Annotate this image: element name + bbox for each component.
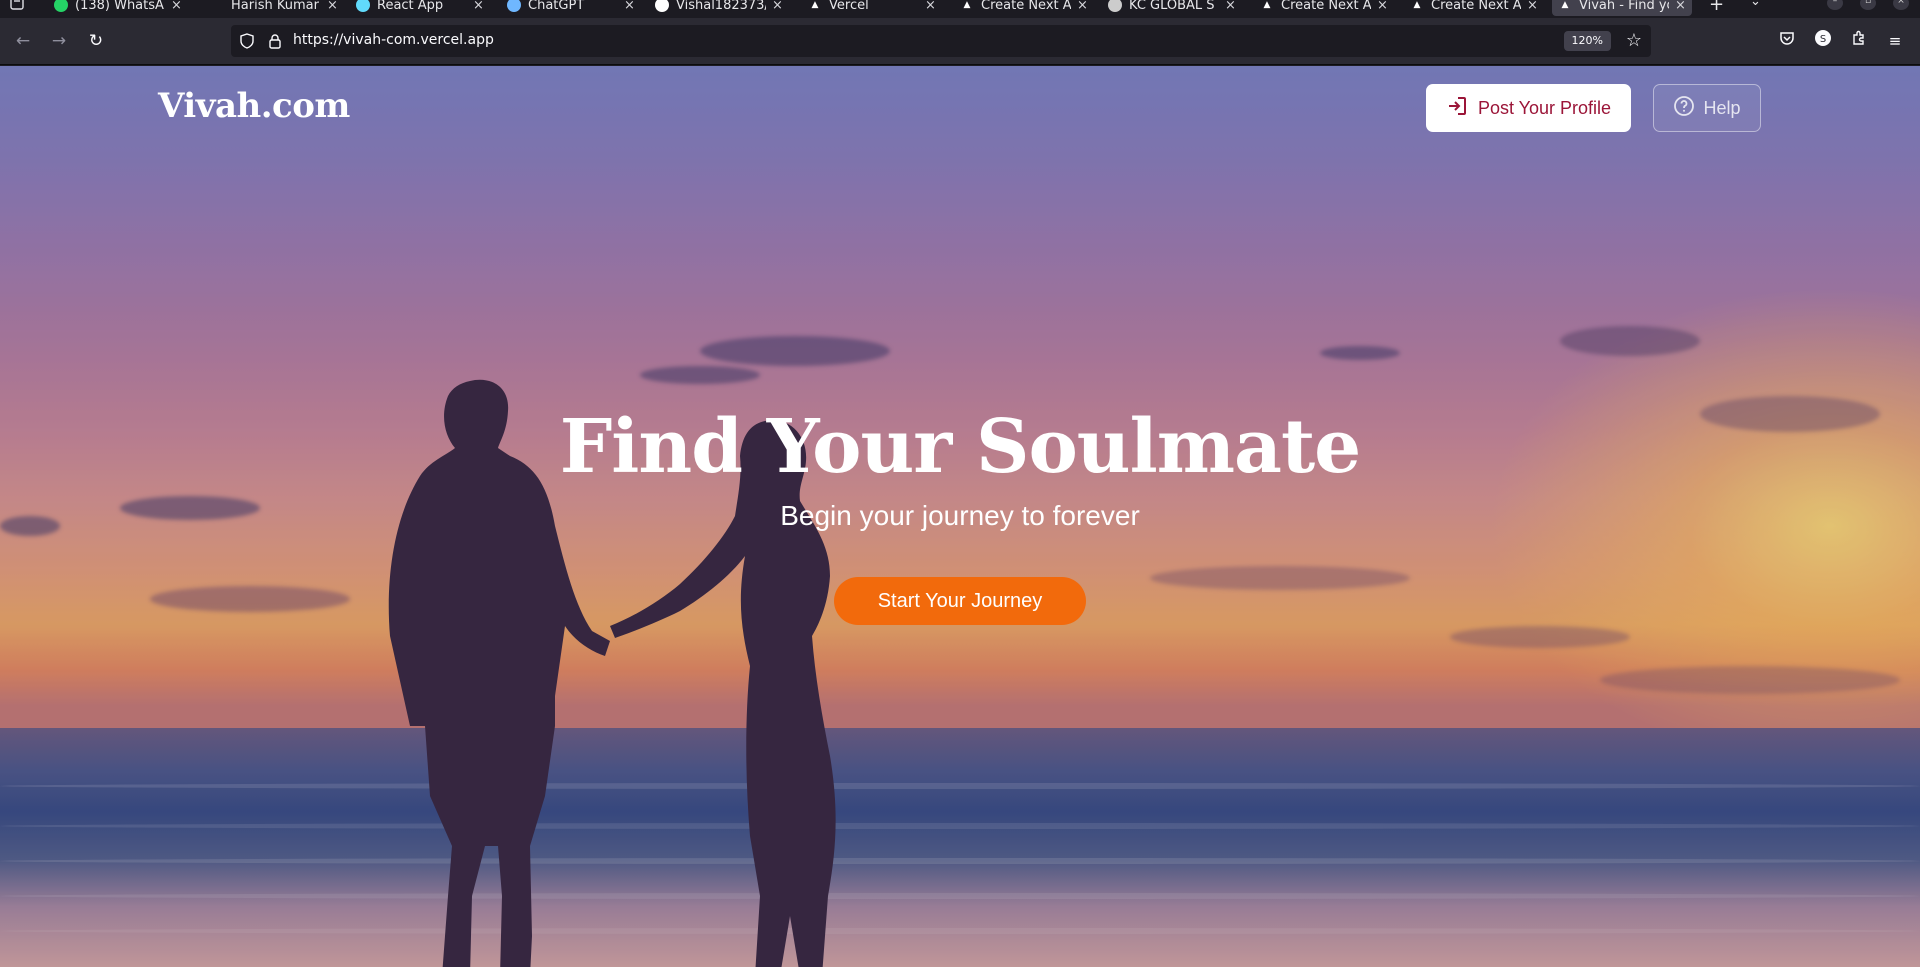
tab-list-icon[interactable] (10, 0, 30, 16)
browser-tab[interactable]: Harish Kumar × (210, 0, 338, 16)
hero-title: Find Your Soulmate (559, 404, 1361, 490)
new-tab-button[interactable]: + (1709, 0, 1724, 15)
tab-close-icon[interactable]: × (1675, 0, 1686, 13)
tab-close-icon[interactable]: × (171, 0, 182, 13)
browser-tab[interactable]: ▲ Vivah - Find yo × (1552, 0, 1692, 16)
tab-label: Vishal182373/ (676, 0, 766, 13)
github-icon (655, 0, 669, 12)
tab-label: (138) WhatsA (75, 0, 164, 13)
browser-tab[interactable]: Vishal182373/ × (655, 0, 783, 16)
close-window-icon[interactable]: × (1893, 0, 1909, 10)
extensions-icon[interactable] (1847, 29, 1871, 53)
browser-tab[interactable]: ▲ Vercel × (808, 0, 936, 16)
tab-close-icon[interactable]: × (1225, 0, 1236, 13)
blank-icon (210, 0, 224, 12)
reload-icon[interactable]: ↻ (85, 30, 107, 52)
url-text[interactable]: https://vivah-com.vercel.app (293, 32, 494, 48)
browser-tab[interactable]: ChatGPT × (507, 0, 635, 16)
kc-icon (1108, 0, 1122, 12)
bookmark-star-icon[interactable]: ☆ (1626, 30, 1642, 51)
tab-label: KC GLOBAL S (1129, 0, 1215, 13)
vercel-icon: ▲ (1413, 0, 1421, 10)
tab-label: Create Next A (1431, 0, 1521, 13)
browser-tab[interactable]: React App × (356, 0, 484, 16)
account-avatar-icon[interactable]: S (1811, 29, 1835, 53)
list-all-tabs-icon[interactable]: ⌄ (1750, 0, 1761, 9)
start-journey-button[interactable]: Start Your Journey (834, 577, 1086, 625)
shield-icon[interactable] (240, 33, 254, 49)
post-profile-button[interactable]: Post Your Profile (1426, 84, 1631, 132)
vercel-icon: ▲ (1561, 0, 1569, 10)
address-bar[interactable]: https://vivah-com.vercel.app 120% ☆ (231, 25, 1651, 57)
tab-strip: (138) WhatsA × Harish Kumar × React App × Chat… (0, 0, 1920, 18)
pocket-icon[interactable] (1775, 29, 1799, 53)
svg-text:S: S (1820, 34, 1826, 45)
browser-tab[interactable]: ▲ Create Next A × (960, 0, 1088, 16)
tab-label: ChatGPT (528, 0, 585, 13)
zoom-level-badge[interactable]: 120% (1563, 31, 1611, 51)
browser-tab[interactable]: ▲ Create Next A × (1410, 0, 1538, 16)
forward-icon[interactable]: → (48, 30, 70, 52)
tab-label: React App (377, 0, 444, 13)
tab-close-icon[interactable]: × (624, 0, 635, 13)
browser-tab[interactable]: ▲ Create Next A × (1260, 0, 1388, 16)
menu-icon[interactable]: ≡ (1883, 29, 1907, 53)
post-profile-label: Post Your Profile (1477, 97, 1612, 118)
help-circle-icon (1673, 95, 1695, 122)
whatsapp-icon (54, 0, 68, 12)
tab-label: Vercel (829, 0, 869, 13)
navigation-toolbar: ← → ↻ https://vivah-com.vercel.app 120% … (0, 18, 1920, 65)
tab-label: Create Next A (981, 0, 1071, 13)
tab-close-icon[interactable]: × (1377, 0, 1388, 13)
tab-close-icon[interactable]: × (1077, 0, 1088, 13)
maximize-icon[interactable]: ▫ (1860, 0, 1876, 10)
lock-icon[interactable] (268, 33, 282, 49)
vercel-icon: ▲ (811, 0, 819, 10)
vercel-icon: ▲ (1263, 0, 1271, 10)
browser-tab[interactable]: KC GLOBAL S × (1108, 0, 1236, 16)
tab-close-icon[interactable]: × (925, 0, 936, 13)
hero-subtitle: Begin your journey to forever (780, 500, 1140, 531)
page-viewport: Vivah.com Post Your Profile Help Find Yo… (0, 66, 1920, 967)
help-label: Help (1703, 97, 1741, 118)
vercel-icon: ▲ (963, 0, 971, 10)
dot-icon (507, 0, 521, 12)
browser-tab[interactable]: (138) WhatsA × (54, 0, 182, 16)
react-icon (356, 0, 370, 12)
tab-close-icon[interactable]: × (772, 0, 783, 13)
site-logo[interactable]: Vivah.com (158, 86, 350, 126)
help-button[interactable]: Help (1653, 84, 1761, 132)
tab-label: Vivah - Find yo (1579, 0, 1669, 13)
back-icon[interactable]: ← (12, 30, 34, 52)
minimize-icon[interactable]: – (1827, 0, 1843, 10)
tab-close-icon[interactable]: × (1527, 0, 1538, 13)
tab-label: Harish Kumar (231, 0, 319, 13)
login-arrow-icon (1446, 95, 1468, 122)
tab-label: Create Next A (1281, 0, 1371, 13)
tab-close-icon[interactable]: × (327, 0, 338, 13)
tab-close-icon[interactable]: × (473, 0, 484, 13)
